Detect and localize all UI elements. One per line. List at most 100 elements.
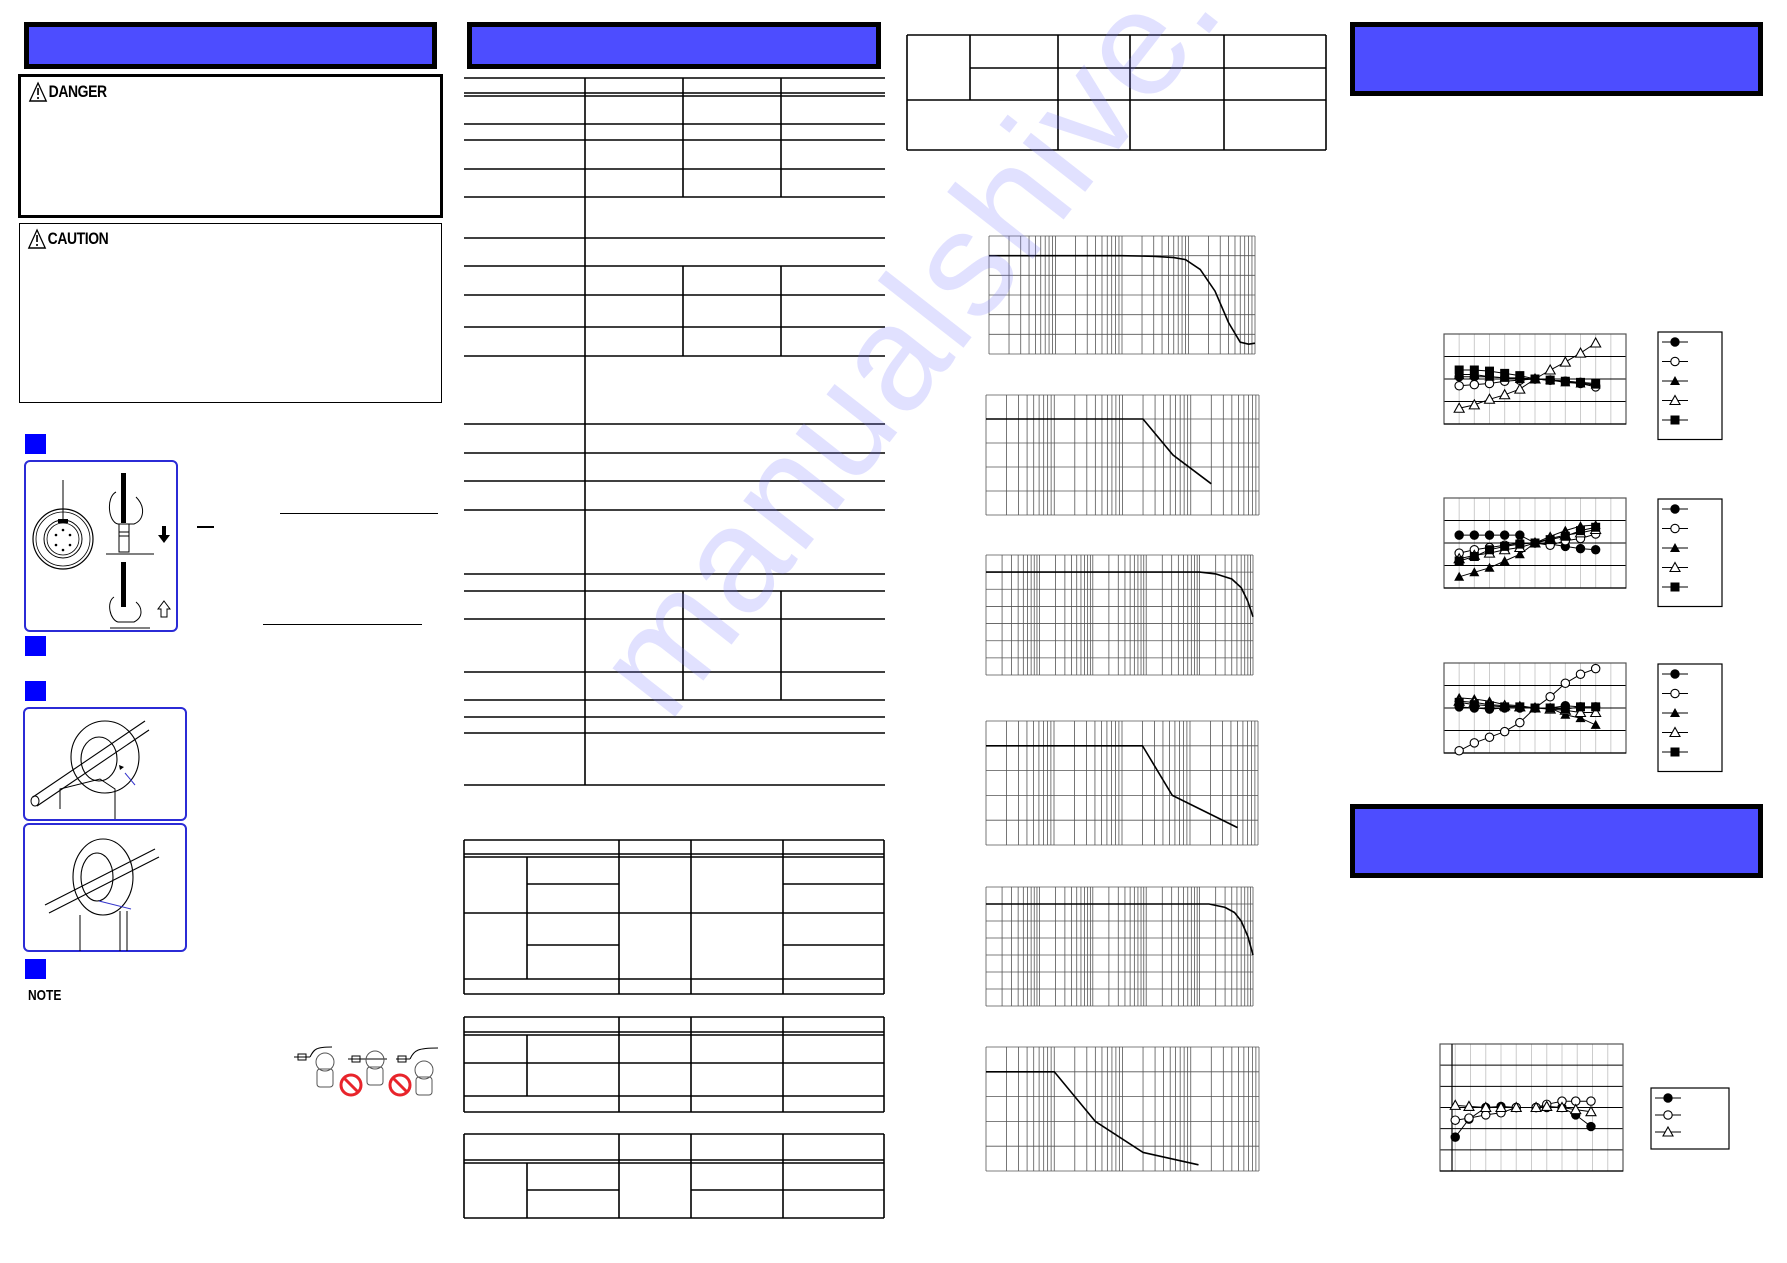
section-header-2: [467, 22, 881, 69]
prohibited-icon: [388, 1047, 439, 1097]
underline-1: [280, 513, 438, 514]
data-point: [1589, 336, 1602, 348]
data-point: [1454, 365, 1464, 375]
data-point: [1530, 538, 1540, 548]
data-point: [1670, 356, 1680, 367]
data-point: [1574, 346, 1587, 358]
section-header-4: [1350, 804, 1763, 878]
step-marker-1: [25, 434, 46, 454]
step-marker-2: [25, 636, 46, 656]
legend-frame: [1657, 498, 1723, 608]
data-point: [1590, 545, 1601, 555]
data-point: [1530, 703, 1540, 713]
characteristics-chart-a: [1443, 331, 1723, 441]
data-point: [1469, 530, 1480, 540]
data-point: [1591, 522, 1601, 532]
data-point: [1575, 669, 1586, 679]
data-point: [1670, 504, 1680, 514]
series-line: [1455, 1100, 1591, 1121]
data-point: [1498, 388, 1511, 400]
series-line: [986, 1070, 1199, 1166]
data-point: [1485, 366, 1494, 376]
data-point: [1464, 1113, 1474, 1123]
data-point: [1515, 371, 1525, 381]
model-table: [906, 34, 1327, 151]
data-point: [1469, 552, 1479, 561]
series-line: [1455, 1104, 1592, 1113]
correct-clamp-icon: [294, 1046, 335, 1088]
data-point: [1513, 382, 1526, 394]
combination-table-3: [463, 1133, 885, 1219]
arrow-down-icon: [158, 526, 170, 543]
prohibited-icon: [339, 1050, 387, 1097]
data-point: [1499, 530, 1510, 540]
warning-triangle-icon: [28, 81, 48, 102]
series-line: [1459, 526, 1596, 562]
danger-label: DANGER: [48, 82, 107, 101]
data-point: [1670, 688, 1680, 699]
combination-table-1: [463, 839, 885, 995]
data-point: [1544, 363, 1557, 375]
data-point: [1560, 531, 1570, 541]
clamp-orientation-icons: [294, 1046, 439, 1097]
note-label: NOTE: [28, 987, 62, 1004]
series-line: [986, 903, 1254, 956]
legend: [1657, 663, 1723, 773]
derating-chart-2: [985, 720, 1259, 846]
caution-box: CAUTION: [19, 223, 442, 403]
data-point: [1484, 562, 1495, 572]
section-header-1: [24, 22, 437, 69]
data-point: [1469, 738, 1480, 748]
caution-label: CAUTION: [47, 229, 109, 248]
data-point: [1545, 375, 1555, 385]
data-point: [1515, 539, 1525, 549]
data-point: [1591, 379, 1601, 388]
legend: [1657, 498, 1723, 608]
data-point: [1454, 530, 1464, 540]
data-point: [1560, 704, 1570, 714]
characteristics-chart-d: [1439, 1043, 1730, 1172]
data-point: [1670, 747, 1680, 757]
legend: [1657, 331, 1723, 441]
data-point: [1663, 1093, 1673, 1103]
series-line: [986, 418, 1212, 485]
data-point: [1545, 535, 1555, 545]
data-point: [1454, 697, 1464, 707]
underline-2: [263, 624, 422, 625]
freq-response-chart-2: [985, 554, 1254, 676]
freq-response-chart-1: [988, 235, 1256, 355]
data-point: [1454, 380, 1464, 391]
data-point: [1515, 702, 1525, 712]
legend-frame: [1650, 1087, 1730, 1150]
data-point: [1590, 663, 1601, 674]
data-point: [1469, 700, 1479, 710]
freq-response-chart-3: [985, 886, 1254, 1007]
data-point: [1545, 703, 1555, 713]
data-point: [1586, 1121, 1596, 1132]
legend: [1650, 1087, 1730, 1150]
data-point: [1485, 701, 1494, 711]
data-point: [1450, 1115, 1460, 1125]
data-point: [1575, 543, 1586, 554]
data-point: [1469, 365, 1479, 375]
characteristics-chart-c: [1443, 662, 1723, 773]
warning-triangle-icon: [27, 228, 47, 249]
data-point: [1663, 1110, 1673, 1120]
data-point: [1576, 377, 1585, 387]
caution-title: CAUTION: [27, 228, 109, 249]
dash-mark: [197, 526, 214, 528]
data-point: [1560, 678, 1571, 688]
data-point: [1670, 669, 1680, 679]
combination-table-2: [463, 1016, 885, 1113]
clamp-on-conductor-illustration: [30, 720, 150, 819]
characteristics-chart-b: [1443, 497, 1723, 608]
data-point: [1500, 702, 1510, 712]
step-marker-3: [25, 681, 46, 701]
data-point: [1559, 355, 1572, 367]
series: [1454, 522, 1601, 566]
data-point: [1499, 726, 1510, 737]
danger-box: DANGER: [18, 74, 443, 218]
section-header-3: [1350, 22, 1763, 96]
data-point: [1500, 541, 1510, 551]
derating-chart-1: [985, 394, 1260, 516]
